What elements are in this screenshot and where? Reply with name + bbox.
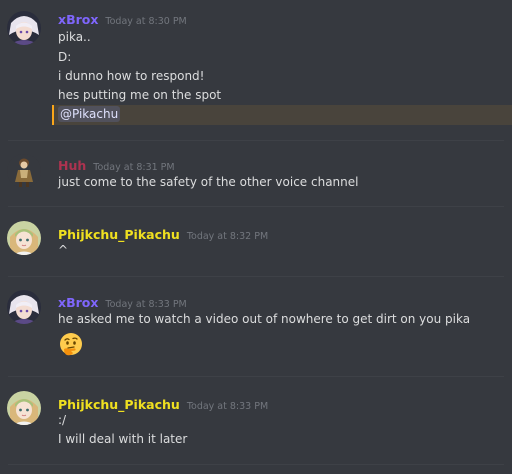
message-header: Phijkchu_Pikachu Today at 8:33 PM bbox=[58, 394, 268, 413]
username[interactable]: Phijkchu_Pikachu bbox=[58, 227, 180, 242]
username[interactable]: xBrox bbox=[58, 295, 98, 310]
thinking-face-emoji[interactable] bbox=[58, 331, 86, 359]
message-text: I will deal with it later bbox=[58, 432, 188, 446]
mention-highlight-row: @Pikachu bbox=[52, 105, 512, 125]
message-header: Phijkchu_Pikachu Today at 8:32 PM bbox=[58, 224, 268, 243]
user-mention[interactable]: @Pikachu bbox=[58, 106, 121, 122]
anime-girl-avatar-icon[interactable] bbox=[7, 221, 41, 255]
white-haired-anime-avatar-icon[interactable] bbox=[7, 11, 41, 45]
message-text: D: bbox=[58, 50, 72, 64]
message-text: ^ bbox=[58, 243, 69, 257]
chat-message-list: xBrox Today at 8:30 PM pika.. D: i dunno … bbox=[0, 0, 512, 474]
timestamp: Today at 8:30 PM bbox=[105, 16, 187, 27]
username[interactable]: Phijkchu_Pikachu bbox=[58, 397, 180, 412]
message-header: xBrox Today at 8:30 PM bbox=[58, 9, 187, 28]
message-text: :/ bbox=[58, 413, 67, 427]
message-header: Huh Today at 8:31 PM bbox=[58, 155, 175, 174]
message-text: just come to the safety of the other voi… bbox=[58, 175, 359, 189]
message-divider bbox=[8, 140, 504, 141]
timestamp: Today at 8:31 PM bbox=[93, 162, 175, 173]
message-text: he asked me to watch a video out of nowh… bbox=[58, 312, 471, 326]
message-header: xBrox Today at 8:33 PM bbox=[58, 292, 187, 311]
timestamp: Today at 8:33 PM bbox=[186, 401, 269, 412]
message-divider bbox=[8, 376, 504, 377]
message-divider bbox=[8, 206, 504, 207]
username[interactable]: Huh bbox=[58, 158, 86, 173]
message-text: i dunno how to respond! bbox=[58, 69, 205, 83]
timestamp: Today at 8:32 PM bbox=[186, 231, 269, 242]
message-divider bbox=[8, 276, 504, 277]
small-character-avatar-icon[interactable] bbox=[7, 154, 41, 188]
message-text: hes putting me on the spot bbox=[58, 88, 222, 102]
white-haired-anime-avatar-icon[interactable] bbox=[7, 290, 41, 324]
anime-girl-avatar-icon[interactable] bbox=[7, 391, 41, 425]
username[interactable]: xBrox bbox=[58, 12, 98, 27]
message-divider bbox=[8, 464, 504, 465]
message-text: pika.. bbox=[58, 30, 91, 44]
timestamp: Today at 8:33 PM bbox=[105, 299, 187, 310]
